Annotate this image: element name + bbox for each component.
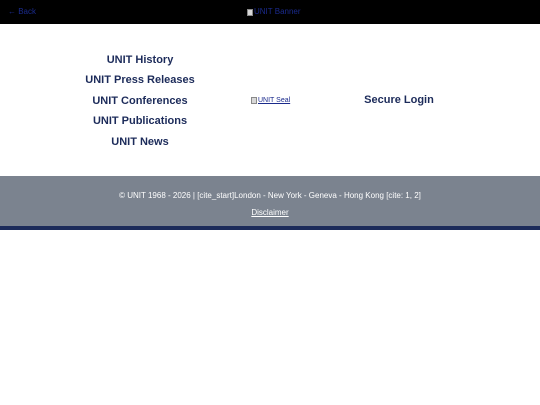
nav-link-news[interactable]: UNIT News (70, 132, 210, 152)
nav-link-publications[interactable]: UNIT Publications (70, 111, 210, 131)
banner-alt-text: UNIT Banner (254, 7, 301, 16)
top-bar: ← Back UNIT Banner (0, 0, 540, 24)
copyright-text: © UNIT 1968 - 2026 | [cite_start]London … (119, 191, 421, 200)
banner-image: UNIT Banner (247, 6, 301, 18)
back-link[interactable]: ← Back (8, 6, 36, 18)
nav-link-press-releases[interactable]: UNIT Press Releases (70, 70, 210, 90)
footer: © UNIT 1968 - 2026 | [cite_start]London … (0, 176, 540, 226)
disclaimer-link[interactable]: Disclaimer (0, 207, 540, 219)
broken-image-icon (251, 97, 257, 104)
seal-alt-text: UNIT Seal (258, 97, 291, 104)
footer-strip (0, 226, 540, 230)
main-nav: UNIT History UNIT Press Releases UNIT Co… (70, 50, 210, 152)
nav-link-conferences[interactable]: UNIT Conferences (70, 91, 210, 111)
nav-link-history[interactable]: UNIT History (70, 50, 210, 70)
seal-image-link[interactable]: UNIT Seal (251, 96, 290, 105)
broken-image-icon (247, 8, 253, 16)
secure-login-link[interactable]: Secure Login (339, 90, 459, 110)
